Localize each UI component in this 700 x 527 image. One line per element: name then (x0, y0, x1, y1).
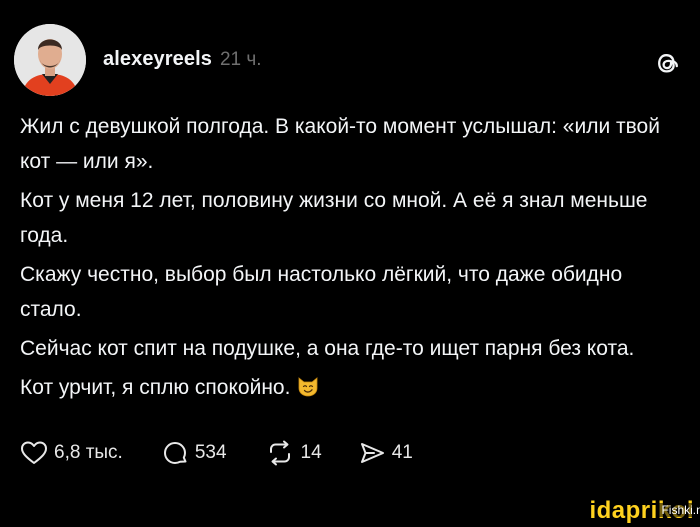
post-header: alexeyreels 21 ч. (103, 48, 262, 74)
threads-logo-icon[interactable] (650, 46, 684, 80)
username[interactable]: alexeyreels (103, 48, 212, 71)
threads-post: alexeyreels 21 ч. Жил с девушкой полгода… (0, 0, 700, 527)
watermark-secondary: Fishki.net (659, 503, 700, 517)
send-arrow-icon (360, 443, 384, 463)
share-count: 41 (391, 442, 413, 463)
heart-icon (21, 441, 47, 464)
watermark: idaprikol Fishki.net (589, 497, 700, 525)
post-paragraph-text: Кот урчит, я сплю спокойно. (20, 376, 291, 399)
post-paragraph: Кот у меня 12 лет, половину жизни со мно… (20, 189, 648, 247)
comment-count: 534 (194, 442, 227, 463)
post-paragraph-last: Кот урчит, я сплю спокойно. (20, 370, 680, 405)
like-count: 6,8 тыс. (54, 442, 123, 463)
avatar[interactable] (14, 24, 86, 96)
post-body: Жил с девушкой полгода. В какой-то момен… (20, 109, 680, 405)
avatar-image (14, 24, 86, 96)
repost-arrows-icon (269, 440, 290, 466)
post-actions: 6,8 тыс. 534 14 41 (20, 438, 413, 468)
repost-count: 14 (300, 442, 322, 463)
repost-button[interactable]: 14 (265, 439, 322, 467)
comment-button[interactable]: 534 (161, 439, 227, 467)
share-button[interactable]: 41 (358, 439, 413, 467)
post-paragraph: Скажу честно, выбор был настолько лёгкий… (20, 263, 623, 321)
timestamp: 21 ч. (219, 49, 262, 70)
comment-bubble-icon (163, 442, 187, 464)
smirking-cat-emoji (296, 374, 320, 398)
like-button[interactable]: 6,8 тыс. (20, 440, 123, 466)
post-paragraph: Жил с девушкой полгода. В какой-то момен… (20, 115, 660, 173)
post-paragraph: Сейчас кот спит на подушке, а она где-то… (20, 337, 635, 360)
